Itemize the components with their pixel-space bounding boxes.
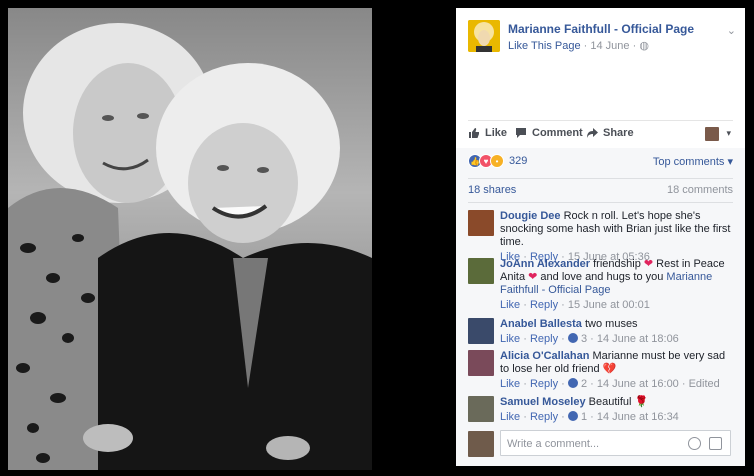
comment-input[interactable]: Write a comment... [500, 430, 731, 456]
comment-like-link[interactable]: Like [500, 378, 520, 390]
meta-dot: · [583, 40, 588, 52]
like-button[interactable]: Like [468, 127, 507, 139]
share-as-caret-icon[interactable]: ▾ [726, 128, 731, 139]
comment-time[interactable]: 15 June at 00:01 [568, 299, 650, 311]
comment-like-link[interactable]: Like [500, 333, 520, 345]
emoji-icon[interactable] [688, 437, 701, 450]
divider [468, 178, 733, 179]
post-photo[interactable] [8, 8, 372, 470]
avatar[interactable] [468, 396, 494, 422]
page-avatar[interactable] [468, 20, 500, 52]
comment-body: JoAnn Alexander friendship ❤ Rest in Pea… [500, 258, 734, 312]
post-panel: Marianne Faithfull - Official Page Like … [456, 8, 745, 466]
reaction-count[interactable]: 329 [509, 155, 527, 167]
share-label: Share [603, 127, 634, 139]
comment-time[interactable]: 14 June at 16:00 [597, 378, 679, 390]
like-page-link[interactable]: Like This Page [508, 40, 581, 52]
comment-time[interactable]: 14 June at 16:34 [597, 411, 679, 423]
comment-like-count[interactable]: 3 [581, 333, 587, 345]
comment-meta: Like · Reply · 1 · 14 June at 16:34 [500, 411, 679, 423]
write-comment-area: Write a comment... [468, 430, 733, 458]
comment-body: Alicia O'Callahan Marianne must be very … [500, 350, 734, 391]
comment-reply-link[interactable]: Reply [530, 378, 558, 390]
shares-link[interactable]: 18 shares [468, 184, 516, 196]
comment-author[interactable]: Dougie Dee [500, 210, 561, 222]
like-label: Like [485, 127, 508, 139]
comment-body: Samuel Moseley Beautiful 🌹 Like · Reply … [500, 396, 734, 424]
comment-reply-link[interactable]: Reply [530, 411, 558, 423]
post-meta: Like This Page · 14 June · ◍ [508, 39, 649, 52]
comments-count[interactable]: 18 comments [667, 184, 733, 196]
comment-body: Dougie Dee Rock n roll. Let's hope she's… [500, 210, 734, 264]
comment-reply-link[interactable]: Reply [530, 299, 558, 311]
comment-author[interactable]: Samuel Moseley [500, 396, 586, 408]
page-name-link[interactable]: Marianne Faithfull - Official Page [508, 22, 694, 36]
avatar[interactable] [468, 258, 494, 284]
feedback-area: 👍 ♥ • 329 Top comments ▾ 18 shares 18 co… [456, 148, 745, 466]
comment-like-count[interactable]: 1 [581, 411, 587, 423]
share-arrow-icon [587, 128, 598, 138]
top-comments-dropdown[interactable]: Top comments ▾ [653, 155, 733, 168]
post-header: Marianne Faithfull - Official Page Like … [468, 20, 738, 60]
post-date[interactable]: 14 June [590, 40, 629, 52]
comment-time[interactable]: 14 June at 18:06 [597, 333, 679, 345]
reactions-summary[interactable]: 👍 ♥ • 329 [468, 154, 527, 168]
avatar [468, 431, 494, 457]
like-badge-icon [567, 333, 578, 343]
comment-author[interactable]: Anabel Ballesta [500, 318, 582, 330]
photo-illustration [8, 23, 372, 470]
comment-bubble-icon [516, 128, 526, 138]
comment-text: and love and hugs to you [540, 271, 664, 283]
input-icons [688, 437, 722, 450]
comment-like-count[interactable]: 2 [581, 378, 587, 390]
share-button[interactable]: Share [586, 127, 634, 139]
comment-author[interactable]: Alicia O'Callahan [500, 350, 589, 362]
sad-icon: • [490, 154, 504, 168]
post-action-bar: Like Comment Share ▾ [468, 120, 733, 147]
comment-label: Comment [532, 127, 583, 139]
sticker-icon[interactable] [709, 437, 722, 450]
comment-text: Beautiful [588, 396, 632, 408]
avatar[interactable] [468, 350, 494, 376]
comment-like-link[interactable]: Like [500, 411, 520, 423]
heart-icon: ❤ [643, 258, 654, 270]
comment-text: friendship [593, 258, 641, 270]
meta-dot: · [632, 40, 637, 52]
like-badge-icon [567, 411, 578, 421]
comment-body: Anabel Ballesta two muses Like · Reply ·… [500, 318, 734, 346]
comment-meta: Like · Reply · 3 · 14 June at 18:06 [500, 333, 679, 345]
comment-meta: Like · Reply · 15 June at 00:01 [500, 299, 650, 311]
avatar[interactable] [468, 318, 494, 344]
comment-text: two muses [584, 318, 638, 330]
broken-heart-icon: 💔 [602, 363, 617, 375]
comment-button[interactable]: Comment [515, 127, 583, 139]
rose-icon: 🌹 [634, 396, 649, 408]
like-badge-icon [567, 378, 578, 388]
comment-reply-link[interactable]: Reply [530, 333, 558, 345]
comment-author[interactable]: JoAnn Alexander [500, 258, 590, 270]
edited-label[interactable]: Edited [689, 378, 720, 390]
post-options-chevron-icon[interactable]: ⌄ [727, 24, 736, 37]
heart-icon: ❤ [528, 271, 538, 283]
globe-icon: ◍ [639, 40, 649, 52]
divider [468, 202, 733, 203]
avatar[interactable] [468, 210, 494, 236]
share-as-avatar[interactable] [705, 127, 719, 141]
comment-like-link[interactable]: Like [500, 299, 520, 311]
page-avatar-image [468, 20, 500, 52]
comment-input-placeholder: Write a comment... [507, 438, 600, 450]
comment-meta: Like · Reply · 2 · 14 June at 16:00 · Ed… [500, 378, 720, 390]
thumbs-up-icon [469, 128, 479, 138]
